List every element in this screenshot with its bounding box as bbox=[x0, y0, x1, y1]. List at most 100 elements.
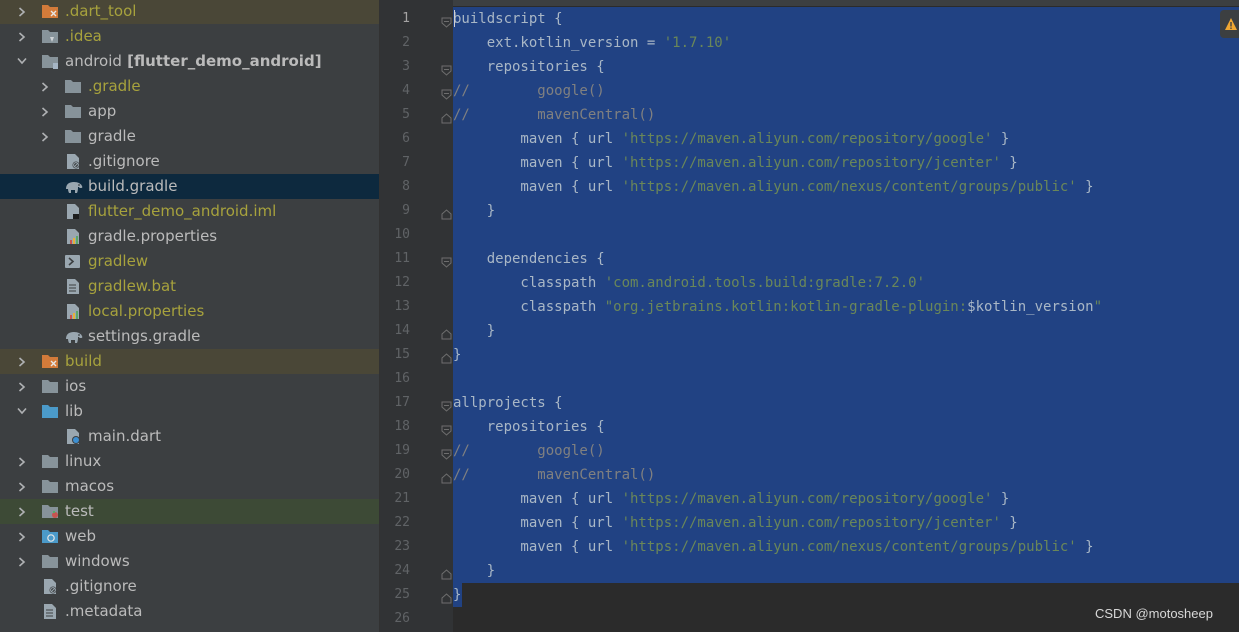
tree-item-label: .gitignore bbox=[65, 574, 137, 599]
fold-end-icon[interactable] bbox=[441, 589, 452, 604]
code-line[interactable]: buildscript { bbox=[453, 7, 563, 31]
tree-item-label: lib bbox=[65, 399, 83, 424]
tree-item-name: web bbox=[65, 527, 97, 545]
code-line[interactable]: // mavenCentral() bbox=[453, 103, 655, 127]
chevron-right-icon[interactable] bbox=[41, 132, 49, 142]
code-line[interactable]: maven { url 'https://maven.aliyun.com/re… bbox=[453, 127, 1009, 151]
tree-item[interactable]: local.properties bbox=[0, 299, 379, 324]
code-line[interactable]: } bbox=[453, 583, 461, 607]
code-editor[interactable]: buildscript { ext.kotlin_version = '1.7.… bbox=[453, 0, 1239, 632]
code-line[interactable]: } bbox=[453, 343, 461, 367]
tree-item[interactable]: app bbox=[0, 99, 379, 124]
tree-item[interactable]: build.gradle bbox=[0, 174, 379, 199]
code-line[interactable]: } bbox=[453, 199, 495, 223]
code-line[interactable]: maven { url 'https://maven.aliyun.com/ne… bbox=[453, 535, 1094, 559]
fold-start-icon[interactable] bbox=[441, 13, 452, 28]
code-text: } bbox=[1076, 539, 1094, 555]
chevron-right-icon[interactable] bbox=[18, 7, 26, 17]
code-line[interactable]: repositories { bbox=[453, 415, 605, 439]
chevron-down-icon[interactable] bbox=[17, 57, 27, 65]
chevron-right-icon[interactable] bbox=[18, 32, 26, 42]
chevron-down-icon[interactable] bbox=[17, 407, 27, 415]
tree-item-label: .gitignore bbox=[88, 149, 160, 174]
code-line[interactable]: dependencies { bbox=[453, 247, 605, 271]
fold-start-icon[interactable] bbox=[441, 85, 452, 100]
fold-start-icon[interactable] bbox=[441, 61, 452, 76]
chevron-right-icon[interactable] bbox=[18, 357, 26, 367]
properties-file-icon bbox=[64, 303, 82, 320]
code-string: 'https://maven.aliyun.com/nexus/content/… bbox=[621, 179, 1077, 195]
tree-item[interactable]: .gradle bbox=[0, 74, 379, 99]
code-line[interactable]: // google() bbox=[453, 439, 605, 463]
tree-item-name: gradle.properties bbox=[88, 227, 218, 245]
tree-item[interactable]: windows bbox=[0, 549, 379, 574]
chevron-right-icon[interactable] bbox=[18, 457, 26, 467]
fold-end-icon[interactable] bbox=[441, 469, 452, 484]
chevron-right-icon[interactable] bbox=[18, 557, 26, 567]
code-line[interactable]: classpath "org.jetbrains.kotlin:kotlin-g… bbox=[453, 295, 1102, 319]
fold-end-icon[interactable] bbox=[441, 205, 452, 220]
code-line[interactable]: maven { url 'https://maven.aliyun.com/re… bbox=[453, 487, 1009, 511]
code-line[interactable]: } bbox=[453, 319, 495, 343]
fold-start-icon[interactable] bbox=[441, 397, 452, 412]
fold-start-icon[interactable] bbox=[441, 421, 452, 436]
tree-item[interactable]: .idea bbox=[0, 24, 379, 49]
tree-item[interactable]: .metadata bbox=[0, 599, 379, 624]
fold-end-icon[interactable] bbox=[441, 325, 452, 340]
code-line[interactable]: repositories { bbox=[453, 55, 605, 79]
fold-start-icon[interactable] bbox=[441, 445, 452, 460]
tree-item[interactable]: flutter_demo_android.iml bbox=[0, 199, 379, 224]
code-line[interactable]: // google() bbox=[453, 79, 605, 103]
tree-item[interactable]: android [flutter_demo_android] bbox=[0, 49, 379, 74]
tree-item-name: app bbox=[88, 102, 117, 120]
code-line[interactable]: maven { url 'https://maven.aliyun.com/re… bbox=[453, 511, 1017, 535]
code-text: allprojects { bbox=[453, 395, 563, 411]
tree-item[interactable]: gradle bbox=[0, 124, 379, 149]
tree-item[interactable]: lib bbox=[0, 399, 379, 424]
tree-item-label: gradle bbox=[88, 124, 136, 149]
tree-item[interactable]: ios bbox=[0, 374, 379, 399]
tree-item[interactable]: main.dart bbox=[0, 424, 379, 449]
code-line[interactable]: maven { url 'https://maven.aliyun.com/re… bbox=[453, 151, 1017, 175]
iml-file-icon bbox=[64, 203, 82, 220]
tree-item[interactable]: web bbox=[0, 524, 379, 549]
chevron-right-icon[interactable] bbox=[18, 482, 26, 492]
tree-item[interactable]: .gitignore bbox=[0, 574, 379, 599]
fold-end-icon[interactable] bbox=[441, 109, 452, 124]
line-number: 8 bbox=[402, 179, 410, 194]
code-line[interactable]: maven { url 'https://maven.aliyun.com/ne… bbox=[453, 175, 1093, 199]
tree-item[interactable]: build bbox=[0, 349, 379, 374]
code-line[interactable]: allprojects { bbox=[453, 391, 563, 415]
tree-item[interactable]: gradlew bbox=[0, 249, 379, 274]
chevron-right-icon[interactable] bbox=[41, 107, 49, 117]
tree-item-name: gradlew.bat bbox=[88, 277, 177, 295]
code-line[interactable]: classpath 'com.android.tools.build:gradl… bbox=[453, 271, 925, 295]
tree-item-label: app bbox=[88, 99, 116, 124]
code-line[interactable]: ext.kotlin_version = '1.7.10' bbox=[453, 31, 731, 55]
chevron-right-icon[interactable] bbox=[41, 82, 49, 92]
tree-item[interactable]: macos bbox=[0, 474, 379, 499]
tree-item[interactable]: settings.gradle bbox=[0, 324, 379, 349]
tree-item[interactable]: test bbox=[0, 499, 379, 524]
code-line[interactable]: // mavenCentral() bbox=[453, 463, 655, 487]
tree-item[interactable]: gradlew.bat bbox=[0, 274, 379, 299]
line-number: 17 bbox=[394, 395, 410, 410]
folder-module-icon bbox=[41, 53, 59, 70]
line-number: 7 bbox=[402, 155, 410, 170]
code-string: 'https://maven.aliyun.com/nexus/content/… bbox=[621, 539, 1077, 555]
tree-item[interactable]: .dart_tool bbox=[0, 0, 379, 24]
fold-end-icon[interactable] bbox=[441, 565, 452, 580]
tree-item[interactable]: gradle.properties bbox=[0, 224, 379, 249]
chevron-right-icon[interactable] bbox=[18, 532, 26, 542]
tree-item[interactable]: .gitignore bbox=[0, 149, 379, 174]
fold-end-icon[interactable] bbox=[441, 349, 452, 364]
warning-indicator[interactable] bbox=[1220, 10, 1239, 38]
tree-item[interactable]: linux bbox=[0, 449, 379, 474]
fold-start-icon[interactable] bbox=[441, 253, 452, 268]
code-line[interactable]: } bbox=[453, 559, 495, 583]
gitignore-file-icon bbox=[41, 578, 59, 595]
line-number: 14 bbox=[394, 323, 410, 338]
gradle-elephant-icon bbox=[64, 328, 83, 345]
chevron-right-icon[interactable] bbox=[18, 507, 26, 517]
chevron-right-icon[interactable] bbox=[18, 382, 26, 392]
